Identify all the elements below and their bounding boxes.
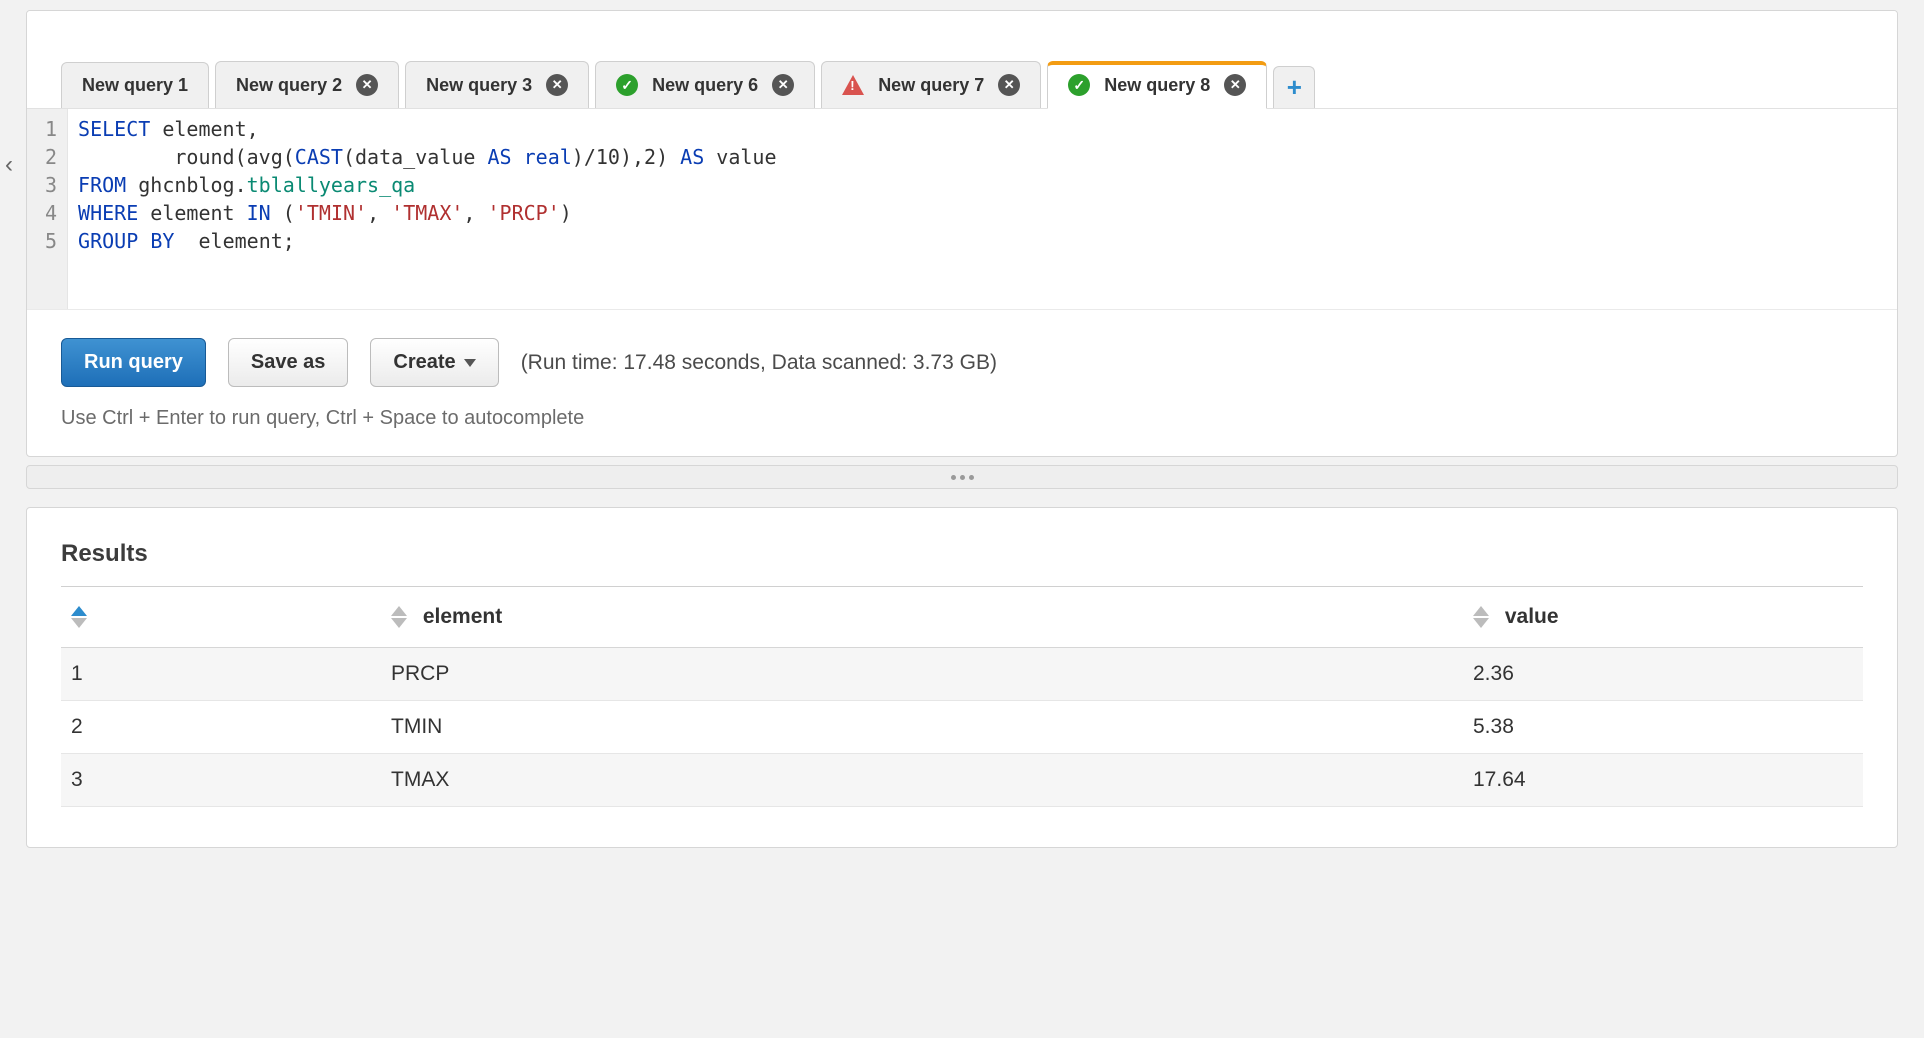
results-header-row: element value <box>61 587 1863 648</box>
drag-handle-icon <box>951 475 974 480</box>
close-icon[interactable]: ✕ <box>546 74 568 96</box>
cell-value: 17.64 <box>1463 754 1863 807</box>
check-circle-icon: ✓ <box>616 74 638 96</box>
table-row: 3TMAX17.64 <box>61 754 1863 807</box>
editor-gutter: 12345 <box>27 109 68 309</box>
close-icon[interactable]: ✕ <box>356 74 378 96</box>
save-as-label: Save as <box>251 351 326 374</box>
sort-icon <box>71 606 87 628</box>
close-icon[interactable]: ✕ <box>998 74 1020 96</box>
sidebar-collapse-handle[interactable]: ‹ <box>0 135 20 195</box>
check-circle-icon: ✓ <box>1068 74 1090 96</box>
tab-label: New query 3 <box>426 75 532 96</box>
tab-query[interactable]: New query 1 <box>61 62 209 108</box>
tab-query[interactable]: New query 3 ✕ <box>405 61 589 108</box>
tab-query[interactable]: New query 7 ✕ <box>821 61 1041 108</box>
run-query-button[interactable]: Run query <box>61 338 206 387</box>
tab-label: New query 6 <box>652 75 758 96</box>
run-stats: (Run time: 17.48 seconds, Data scanned: … <box>521 351 997 375</box>
col-value-label: value <box>1505 605 1559 628</box>
results-panel: Results element <box>26 507 1898 848</box>
tab-label: New query 1 <box>82 75 188 96</box>
add-tab-button[interactable]: + <box>1273 66 1315 108</box>
tab-label: New query 8 <box>1104 75 1210 96</box>
cell-value: 5.38 <box>1463 701 1863 754</box>
results-header-value[interactable]: value <box>1463 587 1863 648</box>
results-title: Results <box>61 508 1863 587</box>
run-query-label: Run query <box>84 351 183 374</box>
chevron-left-icon: ‹ <box>5 151 13 179</box>
tab-label: New query 2 <box>236 75 342 96</box>
close-icon[interactable]: ✕ <box>1224 74 1246 96</box>
tab-query[interactable]: ✓ New query 8 ✕ <box>1047 61 1267 109</box>
tab-query[interactable]: ✓ New query 6 ✕ <box>595 61 815 108</box>
table-row: 1PRCP2.36 <box>61 648 1863 701</box>
create-label: Create <box>393 351 455 374</box>
cell-element: TMIN <box>381 701 1463 754</box>
tab-strip: New query 1 New query 2 ✕ New query 3 ✕ ✓ New … <box>27 11 1897 109</box>
tab-query[interactable]: New query 2 ✕ <box>215 61 399 108</box>
caret-down-icon <box>464 359 476 367</box>
table-row: 2TMIN5.38 <box>61 701 1863 754</box>
cell-rownum: 2 <box>61 701 381 754</box>
cell-value: 2.36 <box>1463 648 1863 701</box>
col-element-label: element <box>423 605 502 628</box>
cell-element: TMAX <box>381 754 1463 807</box>
sort-icon <box>391 606 407 628</box>
editor-code[interactable]: SELECT element, round(avg(CAST(data_valu… <box>68 109 786 309</box>
cell-rownum: 1 <box>61 648 381 701</box>
cell-element: PRCP <box>381 648 1463 701</box>
results-header-element[interactable]: element <box>381 587 1463 648</box>
tab-label: New query 7 <box>878 75 984 96</box>
editor-hint: Use Ctrl + Enter to run query, Ctrl + Sp… <box>27 397 1897 450</box>
sort-icon <box>1473 606 1489 628</box>
sql-editor[interactable]: 12345 SELECT element, round(avg(CAST(dat… <box>27 109 1897 309</box>
results-header-rownum[interactable] <box>61 587 381 648</box>
query-editor-panel: New query 1 New query 2 ✕ New query 3 ✕ ✓ New … <box>26 10 1898 457</box>
editor-toolbar: Run query Save as Create (Run time: 17.4… <box>27 309 1897 397</box>
warning-triangle-icon <box>842 75 864 95</box>
plus-icon: + <box>1287 72 1302 103</box>
save-as-button[interactable]: Save as <box>228 338 349 387</box>
close-icon[interactable]: ✕ <box>772 74 794 96</box>
panel-splitter[interactable] <box>26 465 1898 489</box>
cell-rownum: 3 <box>61 754 381 807</box>
results-table: element value 1PRCP2.362TMIN5.383TMAX17.… <box>61 587 1863 807</box>
create-button[interactable]: Create <box>370 338 498 387</box>
